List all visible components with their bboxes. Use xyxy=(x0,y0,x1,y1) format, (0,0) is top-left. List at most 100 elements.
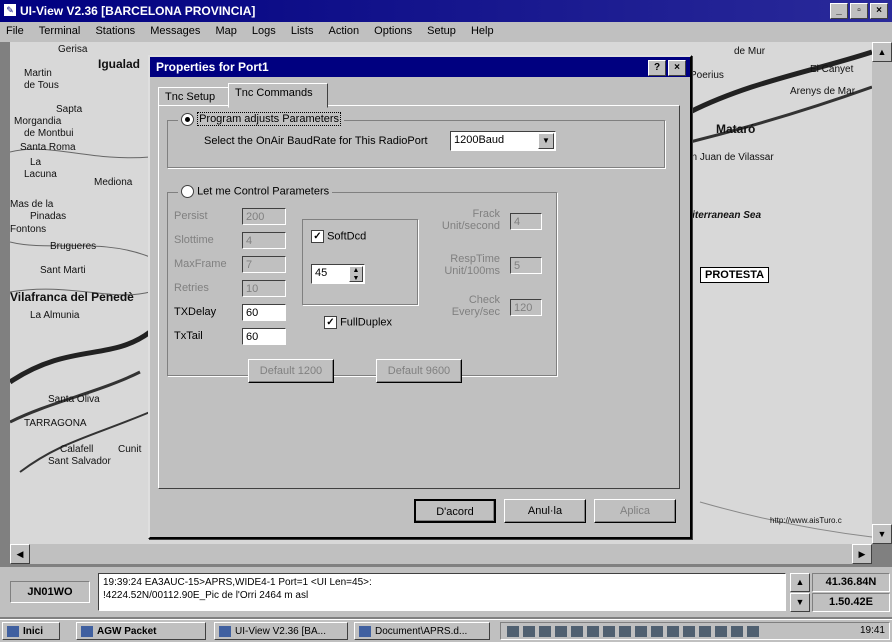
tab-tnc-commands[interactable]: Tnc Commands xyxy=(228,83,328,108)
radio-on-icon xyxy=(181,113,194,126)
softdcd-group: ✓ SoftDcd 45 ▲ ▼ xyxy=(302,219,418,305)
cancel-button[interactable]: Anul·la xyxy=(504,499,586,523)
status-bar: JN01WO 19:39:24 EA3AUC-15>APRS,WIDE4-1 P… xyxy=(0,567,892,617)
scroll-up-icon[interactable]: ▲ xyxy=(790,573,810,592)
slottime-field[interactable]: 4 xyxy=(242,232,286,249)
softdcd-checkbox[interactable]: ✓ SoftDcd xyxy=(311,230,366,243)
map-label: Mediona xyxy=(94,177,133,188)
dialog-titlebar: Properties for Port1 ? × xyxy=(150,57,690,77)
map-label: Cunit xyxy=(118,444,142,455)
start-button[interactable]: Inici xyxy=(2,622,60,640)
close-button[interactable]: × xyxy=(870,3,888,19)
menu-stations[interactable]: Stations xyxy=(89,22,141,37)
window-controls: _ ▫ × xyxy=(830,3,888,19)
program-params-radio[interactable]: Program adjusts Parameters xyxy=(178,112,345,127)
check-field[interactable]: 120 xyxy=(510,299,542,316)
map-label: Brugueres xyxy=(50,241,97,252)
clock: 19:41 xyxy=(859,625,885,636)
menu-logs[interactable]: Logs xyxy=(246,22,282,37)
retries-field[interactable]: 10 xyxy=(242,280,286,297)
menu-terminal[interactable]: Terminal xyxy=(33,22,87,37)
menu-options[interactable]: Options xyxy=(368,22,418,37)
tray-icon[interactable] xyxy=(667,625,679,637)
tray-icon[interactable] xyxy=(619,625,631,637)
maximize-button[interactable]: ▫ xyxy=(850,3,868,19)
frack-field[interactable]: 4 xyxy=(510,213,542,230)
menu-messages[interactable]: Messages xyxy=(144,22,206,37)
menu-file[interactable]: File xyxy=(0,22,30,37)
dialog-title-buttons: ? × xyxy=(648,60,686,76)
scroll-left-icon[interactable]: ◀ xyxy=(10,544,30,564)
station-marker[interactable]: PROTESTA xyxy=(700,267,770,283)
apply-button[interactable]: Aplica xyxy=(594,499,676,523)
manual-params-radio[interactable]: Let me Control Parameters xyxy=(178,185,333,198)
map-label: Calafell xyxy=(60,444,94,455)
map-label: Sant Salvador xyxy=(48,456,111,467)
map-horizontal-scrollbar[interactable]: ◀ ▶ xyxy=(10,544,872,564)
task-label: UI-View V2.36 [BA... xyxy=(235,626,326,637)
task-document[interactable]: Document\APRS.d... xyxy=(354,622,490,640)
system-tray: 19:41 xyxy=(500,622,890,640)
ok-button[interactable]: D'acord xyxy=(414,499,496,523)
tray-icon[interactable] xyxy=(731,625,743,637)
map-label: Sant Marti xyxy=(40,265,86,276)
tray-icon[interactable] xyxy=(523,625,535,637)
checkmark-icon: ✓ xyxy=(311,230,324,243)
dialog-close-button[interactable]: × xyxy=(668,60,686,76)
tray-icon[interactable] xyxy=(651,625,663,637)
scroll-up-icon[interactable]: ▲ xyxy=(872,42,892,62)
map-label: de Mur xyxy=(734,46,766,57)
tray-icon[interactable] xyxy=(715,625,727,637)
tray-icon[interactable] xyxy=(603,625,615,637)
monitor-line: !4224.52N/00112.90E_Pic de l'Orri 2464 m… xyxy=(103,590,309,601)
spinner-arrows-icon[interactable]: ▲ ▼ xyxy=(349,266,363,282)
tray-icon[interactable] xyxy=(539,625,551,637)
scroll-right-icon[interactable]: ▶ xyxy=(852,544,872,564)
tray-icon[interactable] xyxy=(683,625,695,637)
latitude-readout: 41.36.84N xyxy=(812,573,890,592)
app-titlebar: ✎ UI-View V2.36 [BARCELONA PROVINCIA] _ … xyxy=(0,0,892,22)
tray-icon[interactable] xyxy=(747,625,759,637)
resptime-field[interactable]: 5 xyxy=(510,257,542,274)
menu-map[interactable]: Map xyxy=(209,22,242,37)
default-9600-button[interactable]: Default 9600 xyxy=(376,359,462,383)
tray-icon[interactable] xyxy=(587,625,599,637)
menu-action[interactable]: Action xyxy=(323,22,366,37)
map-label: TARRAGONA xyxy=(24,418,87,429)
map-label: Sapta xyxy=(56,104,83,115)
menu-help[interactable]: Help xyxy=(465,22,500,37)
txdelay-label: TXDelay xyxy=(174,306,217,318)
fullduplex-label: FullDuplex xyxy=(340,316,393,329)
task-uiview[interactable]: UI-View V2.36 [BA... xyxy=(214,622,348,640)
map-vertical-scrollbar[interactable]: ▲ ▼ xyxy=(872,42,892,544)
tray-icon[interactable] xyxy=(507,625,519,637)
task-label: Document\APRS.d... xyxy=(375,626,468,637)
scroll-down-icon[interactable]: ▼ xyxy=(872,524,892,544)
menu-bar: File Terminal Stations Messages Map Logs… xyxy=(0,22,892,42)
minimize-button[interactable]: _ xyxy=(830,3,848,19)
tray-icon[interactable] xyxy=(571,625,583,637)
map-label: diterranean Sea xyxy=(686,210,762,221)
scroll-down-icon[interactable]: ▼ xyxy=(790,593,810,612)
menu-lists[interactable]: Lists xyxy=(285,22,320,37)
persist-field[interactable]: 200 xyxy=(242,208,286,225)
baudrate-select[interactable]: 1200Baud ▼ xyxy=(450,131,556,151)
task-agw-packet[interactable]: AGW Packet xyxy=(76,622,206,640)
softdcd-label: SoftDcd xyxy=(327,230,367,243)
txtail-field[interactable]: 60 xyxy=(242,328,286,345)
map-label: Fontons xyxy=(10,224,47,235)
tray-icon[interactable] xyxy=(635,625,647,637)
chevron-down-icon[interactable]: ▼ xyxy=(538,133,554,149)
tab-tnc-setup[interactable]: Tnc Setup xyxy=(158,87,234,107)
fullduplex-checkbox[interactable]: ✓ FullDuplex xyxy=(324,316,392,329)
tray-icon[interactable] xyxy=(699,625,711,637)
maxframe-field[interactable]: 7 xyxy=(242,256,286,273)
map-label: Martin xyxy=(24,68,52,79)
txdelay-field[interactable]: 60 xyxy=(242,304,286,321)
menu-setup[interactable]: Setup xyxy=(421,22,462,37)
tray-icon[interactable] xyxy=(555,625,567,637)
default-1200-button[interactable]: Default 1200 xyxy=(248,359,334,383)
help-button[interactable]: ? xyxy=(648,60,666,76)
monitor-box: 19:39:24 EA3AUC-15>APRS,WIDE4-1 Port=1 <… xyxy=(98,573,786,611)
map-label: Lacuna xyxy=(24,169,57,180)
